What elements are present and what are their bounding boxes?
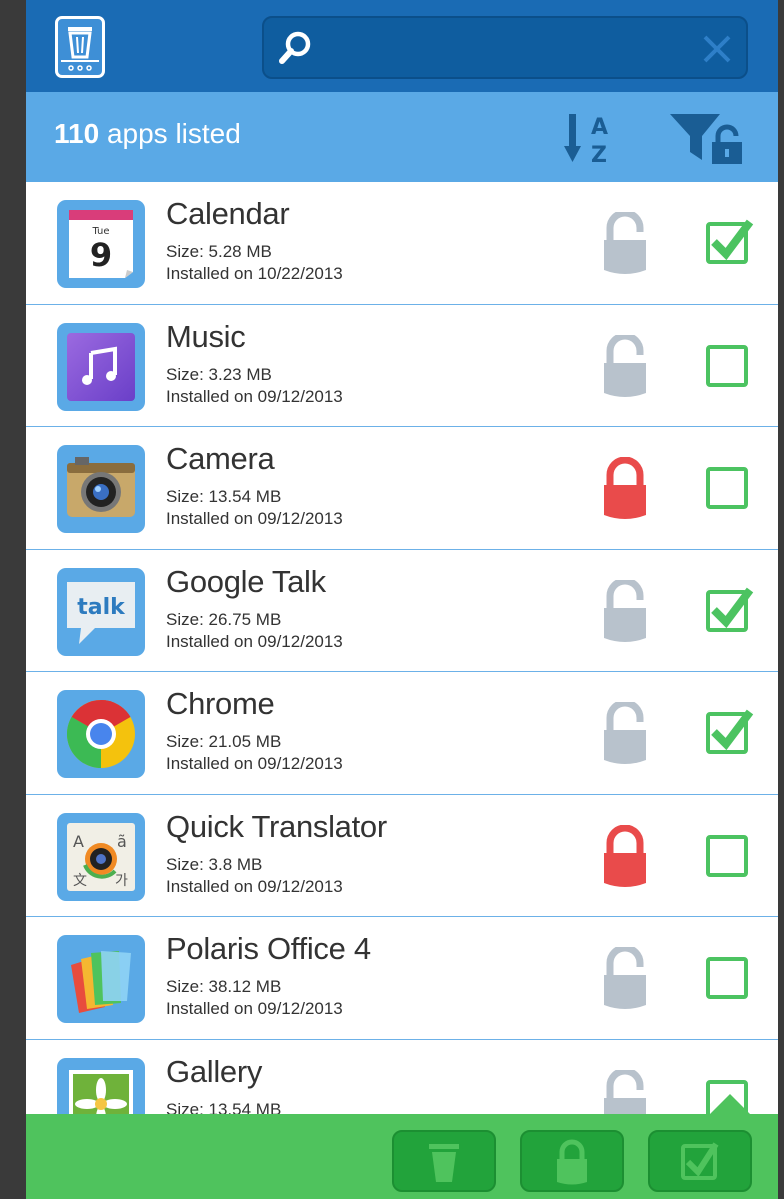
lock-selected-button[interactable]: [520, 1130, 624, 1192]
music-icon: [57, 322, 145, 411]
app-name: Music: [166, 318, 246, 354]
app-row[interactable]: Tue 9 Calendar Size: 5.28 MB Installed o…: [26, 182, 778, 305]
app-row[interactable]: Chrome Size: 21.05 MB Installed on 09/12…: [26, 672, 778, 795]
app-size: Size: 13.54 MB: [166, 487, 282, 506]
app-name: Quick Translator: [166, 808, 387, 844]
unlocked-icon[interactable]: [602, 944, 648, 1011]
search-icon[interactable]: [278, 30, 314, 70]
uninstall-button[interactable]: [392, 1130, 496, 1192]
app-install-date: Installed on 09/12/2013: [166, 631, 343, 651]
select-checkbox[interactable]: [706, 587, 754, 632]
camera-icon: [57, 445, 145, 533]
select-all-button[interactable]: [648, 1130, 752, 1192]
app-size: Size: 26.75 MB: [166, 609, 282, 629]
svg-text:Z: Z: [591, 143, 607, 166]
sort-alpha-icon[interactable]: A Z: [564, 110, 620, 168]
search-input[interactable]: [324, 28, 684, 68]
talk-icon-text: talk: [77, 595, 126, 620]
app-list: Tue 9 Calendar Size: 5.28 MB Installed o…: [26, 182, 778, 1162]
app-row[interactable]: Music Size: 3.23 MB Installed on 09/12/2…: [26, 304, 778, 427]
app-name: Camera: [166, 441, 275, 476]
calendar-icon-date: 9: [90, 236, 112, 274]
svg-text:文: 文: [73, 873, 87, 889]
bottom-bar-pointer: [710, 1094, 750, 1114]
svg-text:ã: ã: [117, 832, 127, 851]
trash-icon: [429, 1144, 459, 1182]
app-size: Size: 3.23 MB: [166, 364, 272, 384]
apps-count-label: apps listed: [99, 118, 241, 149]
bottom-action-bar: [26, 1114, 778, 1199]
select-checkbox[interactable]: [706, 709, 754, 754]
app-install-date: Installed on 10/22/2013: [166, 264, 343, 283]
app-size: Size: 3.8 MB: [166, 854, 263, 874]
svg-text:가: 가: [115, 873, 128, 889]
select-checkbox[interactable]: [706, 957, 748, 999]
locked-icon[interactable]: [602, 456, 648, 521]
unlocked-icon[interactable]: [602, 209, 648, 276]
top-bar: [26, 0, 778, 92]
app-install-date: Installed on 09/12/2013: [166, 509, 343, 528]
checkbox-checked-icon: [681, 1142, 719, 1180]
select-checkbox[interactable]: [706, 834, 748, 877]
apps-count-number: 110: [54, 118, 100, 149]
svg-text:A: A: [591, 115, 608, 140]
unlocked-icon[interactable]: [602, 699, 648, 766]
uninstaller-logo-icon[interactable]: [55, 16, 105, 78]
app-name: Calendar: [166, 196, 290, 231]
select-checkbox[interactable]: [706, 219, 754, 264]
app-install-date: Installed on 09/12/2013: [166, 876, 343, 896]
app-name: Polaris Office 4: [166, 931, 371, 966]
apps-count: 110 apps listed: [54, 118, 241, 150]
svg-text:A: A: [73, 832, 84, 851]
app-install-date: Installed on 09/12/2013: [166, 754, 343, 773]
app-row[interactable]: A ã 文 가 Quick Translator Size: 3.8 MB In…: [26, 794, 778, 917]
search-box: [262, 16, 748, 79]
app-size: Size: 21.05 MB: [166, 732, 282, 751]
office-icon: [57, 935, 145, 1023]
app-row[interactable]: Camera Size: 13.54 MB Installed on 09/12…: [26, 427, 778, 550]
filter-lock-icon[interactable]: [668, 110, 748, 166]
app-row[interactable]: Polaris Office 4 Size: 38.12 MB Installe…: [26, 917, 778, 1040]
app-size: Size: 38.12 MB: [166, 977, 282, 996]
locked-icon[interactable]: [602, 824, 648, 889]
app-row[interactable]: talk Google Talk Size: 26.75 MB Installe…: [26, 549, 778, 672]
select-checkbox[interactable]: [706, 467, 748, 509]
list-header-bar: 110 apps listed A Z: [26, 92, 778, 182]
app-install-date: Installed on 09/12/2013: [166, 999, 343, 1018]
unlocked-icon[interactable]: [602, 332, 648, 399]
talk-icon: talk: [57, 567, 145, 656]
app-size: Size: 5.28 MB: [166, 242, 272, 261]
calendar-icon: Tue 9: [57, 200, 145, 288]
app-frame: 110 apps listed A Z Tue 9 Calendar Size:…: [26, 0, 778, 1199]
app-name: Chrome: [166, 686, 275, 721]
app-name: Google Talk: [166, 563, 326, 599]
lock-icon: [557, 1139, 587, 1185]
app-install-date: Installed on 09/12/2013: [166, 386, 343, 406]
unlocked-icon[interactable]: [602, 577, 648, 644]
chrome-icon: [57, 690, 145, 778]
select-checkbox[interactable]: [706, 344, 748, 387]
translator-icon: A ã 文 가: [57, 812, 145, 901]
app-name: Gallery: [166, 1053, 263, 1089]
clear-search-icon[interactable]: [702, 34, 732, 68]
